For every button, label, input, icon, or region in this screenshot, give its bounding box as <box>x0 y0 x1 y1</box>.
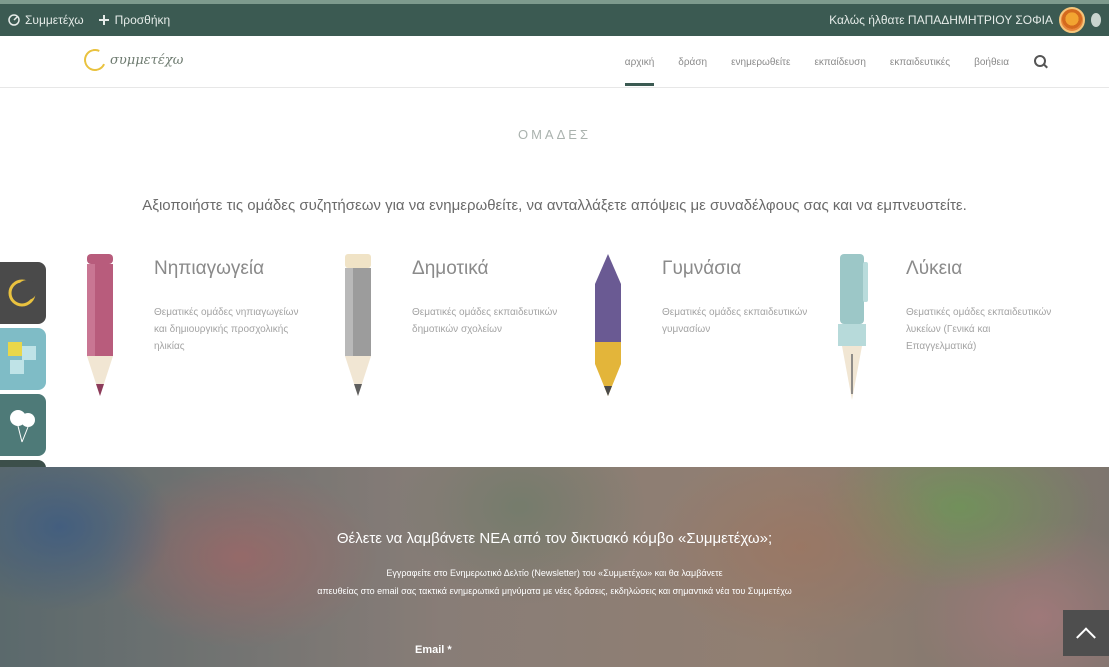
newsletter-title: Θέλετε να λαμβάνετε ΝΕΑ από τον δικτυακό… <box>336 530 773 547</box>
level-title: Δημοτικά <box>412 258 489 279</box>
puzzle-icon <box>8 342 36 374</box>
avatar[interactable] <box>1059 7 1085 33</box>
search-icon[interactable] <box>1033 54 1049 70</box>
side-link-puzzle[interactable] <box>0 328 46 390</box>
section-title: ΟΜΑΔΕΣ <box>517 127 591 142</box>
pencil-icon <box>87 254 113 396</box>
moon-logo-icon <box>8 279 37 307</box>
fountain-pen-icon <box>838 254 868 400</box>
nav-item-help[interactable]: βοήθεια <box>974 36 1009 88</box>
site-logo[interactable]: συμμετέχω <box>80 42 194 78</box>
adminbar-item-label: Συμμετέχω <box>25 13 84 27</box>
admin-bar: Συμμετέχω Προσθήκη Καλώς ήλθατε ΠΑΠΑΔΗΜΗ… <box>0 0 1109 36</box>
newsletter-text: Εγγραφείτε στο Ενημερωτικό Δελτίο (Newsl… <box>0 564 1109 600</box>
logo-text: συμμετέχω <box>110 52 184 68</box>
nav-item-action[interactable]: δράση <box>678 36 707 88</box>
more-icon[interactable] <box>1091 13 1101 27</box>
levels-grid: Νηπιαγωγεία Θεματικές ομάδες νηπιαγωγείω… <box>80 250 1051 410</box>
nav-item-education[interactable]: εκπαίδευση <box>814 36 865 88</box>
pencil-icon <box>345 254 371 396</box>
level-card-kindergarten[interactable]: Νηπιαγωγεία Θεματικές ομάδες νηπιαγωγείω… <box>80 250 310 410</box>
email-label: Email * <box>415 644 452 656</box>
balloons-icon <box>10 410 35 443</box>
level-description: Θεματικές ομάδες εκπαιδευτικών γυμνασίων <box>662 307 808 335</box>
level-description: Θεματικές ομάδες εκπαιδευτικών δημοτικών… <box>412 307 558 335</box>
user-greeting[interactable]: Καλώς ήλθατε ΠΑΠΑΔΗΜΗΤΡΙΟΥ ΣΟΦΙΑ <box>829 13 1053 27</box>
plus-icon <box>98 15 109 25</box>
pen-icon <box>595 254 621 396</box>
level-title: Λύκεια <box>906 258 963 279</box>
newsletter-section: Θέλετε να λαμβάνετε ΝΕΑ από τον δικτυακό… <box>0 467 1109 667</box>
level-card-high-school[interactable]: Λύκεια Θεματικές ομάδες εκπαιδευτικών λυ… <box>832 250 1062 410</box>
level-description: Θεματικές ομάδες εκπαιδευτικών λυκείων (… <box>906 307 1052 352</box>
nav-item-home[interactable]: αρχική <box>624 36 654 88</box>
nav-item-teachers[interactable]: εκπαιδευτικές <box>890 36 950 88</box>
site-header: συμμετέχω αρχική δράση ενημερωθείτε εκπα… <box>0 36 1109 88</box>
adminbar-item-label: Προσθήκη <box>114 13 171 27</box>
main-nav: αρχική δράση ενημερωθείτε εκπαίδευση εκπ… <box>624 36 1049 88</box>
side-link-logo[interactable] <box>0 262 46 324</box>
level-description: Θεματικές ομάδες νηπιαγωγείων και δημιου… <box>154 307 299 352</box>
level-title: Νηπιαγωγεία <box>154 258 265 279</box>
level-card-middle-school[interactable]: Γυμνάσια Θεματικές ομάδες εκπαιδευτικών … <box>588 250 818 410</box>
section-intro: Αξιοποιήστε τις ομάδες συζητήσεων για να… <box>142 197 967 214</box>
level-card-primary[interactable]: Δημοτικά Θεματικές ομάδες εκπαιδευτικών … <box>338 250 568 410</box>
adminbar-item-dashboard[interactable]: Συμμετέχω <box>8 13 84 27</box>
newsletter-text-line: απευθείας στο email σας τακτικά ενημερωτ… <box>317 586 792 596</box>
nav-item-news[interactable]: ενημερωθείτε <box>731 36 790 88</box>
level-title: Γυμνάσια <box>662 258 742 279</box>
adminbar-item-add[interactable]: Προσθήκη <box>98 13 171 27</box>
chevron-up-icon <box>1076 627 1096 648</box>
dashboard-icon <box>8 14 20 26</box>
back-to-top-button[interactable] <box>1063 610 1109 656</box>
side-link-balloons[interactable] <box>0 394 46 456</box>
logo-moon-icon <box>80 45 110 75</box>
newsletter-text-line: Εγγραφείτε στο Ενημερωτικό Δελτίο (Newsl… <box>386 568 723 578</box>
